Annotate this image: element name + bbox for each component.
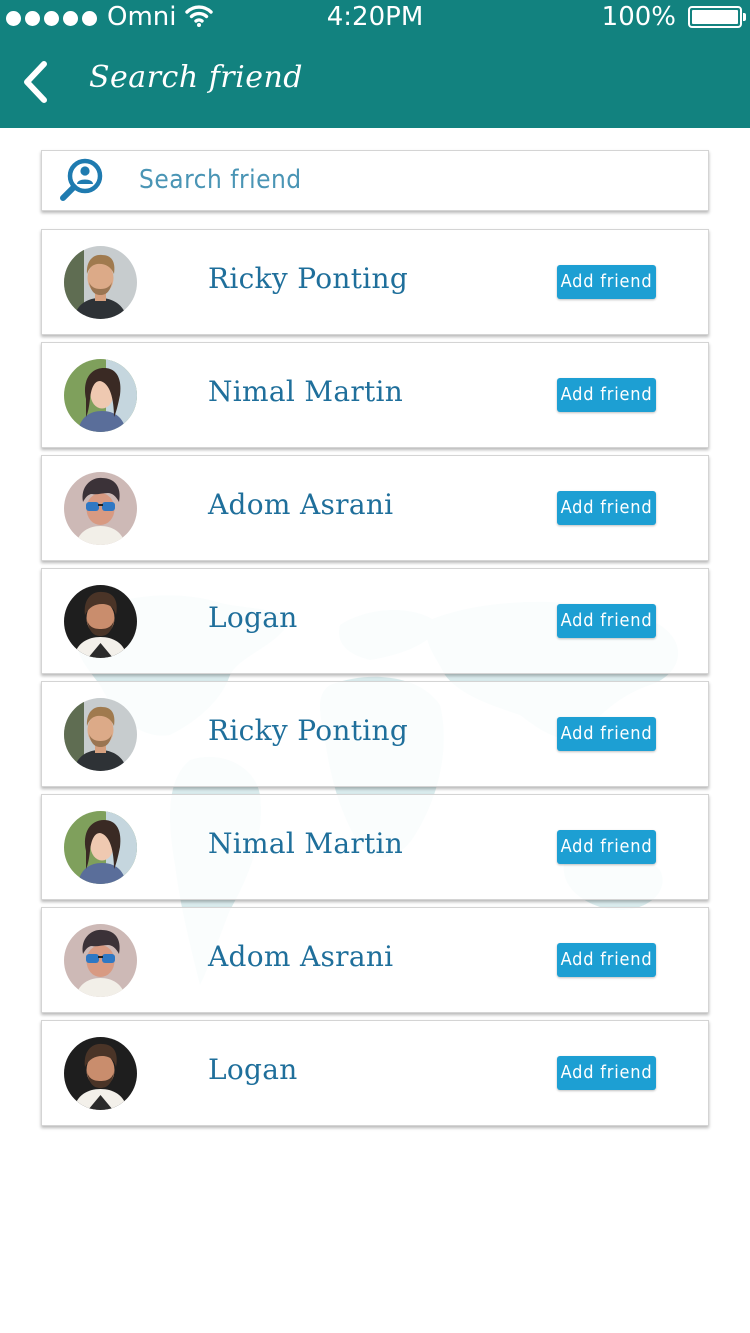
avatar[interactable]: [64, 585, 137, 658]
friend-row[interactable]: Logan Add friend: [41, 1020, 709, 1126]
search-user-icon: [58, 157, 104, 208]
add-friend-button[interactable]: Add friend: [557, 830, 656, 864]
search-bar[interactable]: Search friend: [41, 150, 709, 211]
back-button[interactable]: [18, 60, 58, 104]
app-header: Omni 4:20PM 100% Search friend: [0, 0, 750, 128]
friend-name: Adom Asrani: [208, 940, 394, 973]
friend-name: Nimal Martin: [208, 827, 404, 860]
status-bar: Omni 4:20PM 100%: [0, 0, 750, 36]
avatar[interactable]: [64, 811, 137, 884]
page-title: Search friend: [89, 60, 304, 95]
add-friend-button[interactable]: Add friend: [557, 378, 656, 412]
avatar[interactable]: [64, 246, 137, 319]
friend-row[interactable]: Ricky Ponting Add friend: [41, 229, 709, 335]
chevron-left-icon: [24, 61, 47, 103]
friend-name: Logan: [208, 1053, 298, 1086]
avatar[interactable]: [64, 698, 137, 771]
add-friend-button[interactable]: Add friend: [557, 604, 656, 638]
add-friend-button[interactable]: Add friend: [557, 491, 656, 525]
battery-icon: [688, 6, 746, 28]
add-friend-button[interactable]: Add friend: [557, 943, 656, 977]
add-friend-button[interactable]: Add friend: [557, 1056, 656, 1090]
add-friend-button[interactable]: Add friend: [557, 717, 656, 751]
friend-name: Adom Asrani: [208, 488, 394, 521]
friend-row[interactable]: Ricky Ponting Add friend: [41, 681, 709, 787]
avatar[interactable]: [64, 359, 137, 432]
friend-row[interactable]: Nimal Martin Add friend: [41, 342, 709, 448]
friend-row[interactable]: Adom Asrani Add friend: [41, 907, 709, 1013]
friend-name: Nimal Martin: [208, 375, 404, 408]
search-input[interactable]: Search friend: [139, 165, 302, 195]
friend-row[interactable]: Adom Asrani Add friend: [41, 455, 709, 561]
friend-name: Ricky Ponting: [208, 262, 409, 295]
avatar[interactable]: [64, 472, 137, 545]
avatar[interactable]: [64, 924, 137, 997]
friend-row[interactable]: Logan Add friend: [41, 568, 709, 674]
friend-name: Ricky Ponting: [208, 714, 409, 747]
add-friend-button[interactable]: Add friend: [557, 265, 656, 299]
avatar[interactable]: [64, 1037, 137, 1110]
battery-percent: 100%: [601, 2, 676, 32]
friend-row[interactable]: Nimal Martin Add friend: [41, 794, 709, 900]
friend-name: Logan: [208, 601, 298, 634]
